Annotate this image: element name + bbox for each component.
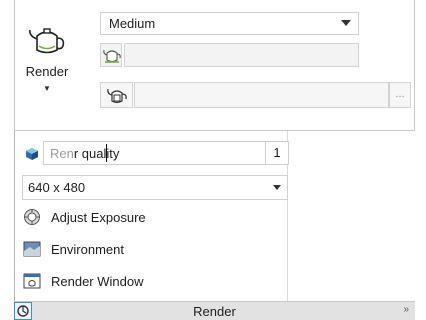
chevron-down-icon: ▼ — [43, 84, 51, 93]
render-output-field[interactable] — [134, 82, 389, 108]
render-quality-value[interactable]: 1 — [266, 141, 289, 165]
adjust-exposure-label: Adjust Exposure — [51, 210, 146, 225]
adjust-exposure-button[interactable]: Adjust Exposure — [23, 206, 273, 230]
teapot-icon — [107, 88, 127, 104]
render-preset-dropdown[interactable]: Medium — [100, 12, 359, 35]
expand-icon[interactable]: » — [403, 304, 409, 315]
text-cursor — [106, 144, 107, 162]
chevron-down-icon — [341, 20, 351, 26]
render-output-button[interactable] — [100, 82, 133, 108]
render-panel-title-bar[interactable]: Render » — [14, 301, 415, 320]
browse-button[interactable]: ... — [389, 82, 411, 108]
render-quality-row: Renr quality 1 — [15, 141, 289, 167]
environment-label: Environment — [51, 242, 124, 257]
environment-button[interactable]: Environment — [23, 238, 273, 262]
render-in-row — [100, 43, 359, 67]
teapot-icon — [29, 28, 65, 54]
render-button-label: Render — [25, 64, 69, 79]
render-window-button[interactable]: Render Window — [23, 270, 273, 294]
teapot-icon — [103, 49, 121, 63]
render-size-dropdown[interactable]: 640 x 480 — [22, 175, 288, 200]
render-panel-title: Render — [193, 304, 236, 319]
render-panel-dropdown: Renr quality 1 640 x 480 Adjust Exposure… — [14, 131, 289, 301]
render-window-label: Render Window — [51, 274, 144, 289]
render-quality-input[interactable]: Renr quality — [43, 141, 266, 165]
render-in-field[interactable] — [124, 43, 359, 67]
render-size-value: 640 x 480 — [28, 180, 86, 195]
render-preset-value: Medium — [109, 16, 156, 31]
cube-icon — [26, 148, 38, 160]
render-output-row: ... — [100, 82, 411, 108]
environment-icon — [23, 241, 41, 257]
chevron-down-icon — [273, 185, 281, 190]
render-quality-label: r quality — [73, 146, 120, 161]
adjust-exposure-icon — [24, 209, 40, 225]
render-window-icon — [23, 273, 41, 289]
render-button[interactable]: Render ▼ — [18, 18, 76, 98]
render-in-button[interactable] — [100, 43, 122, 67]
render-quality-label-dim: Ren — [50, 146, 74, 161]
